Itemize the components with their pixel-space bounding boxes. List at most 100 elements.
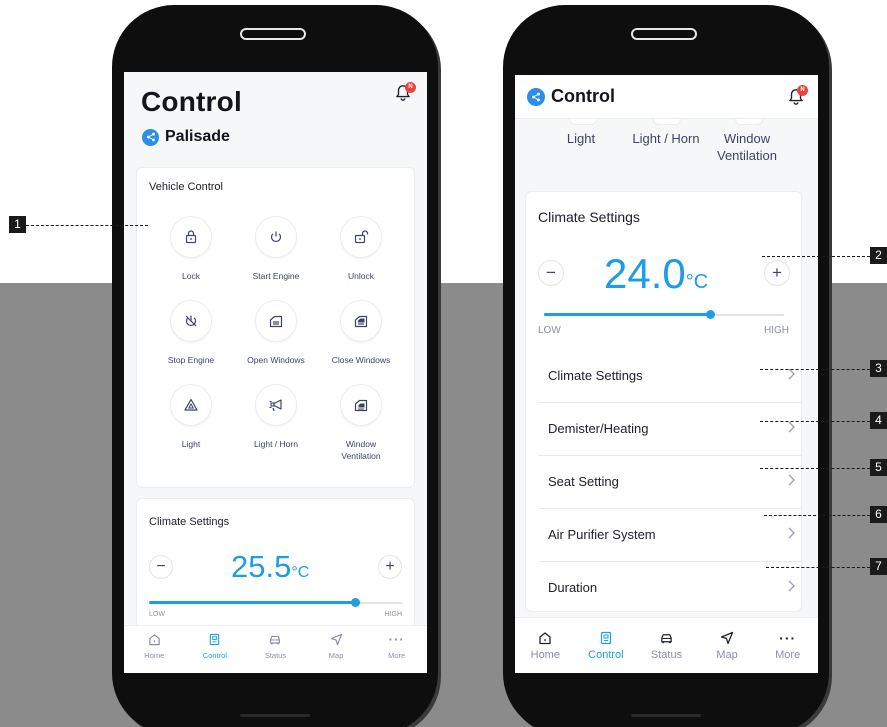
callout-3: 3 [870,360,887,377]
tab-control[interactable]: Control [185,632,246,673]
temperature-slider-knob[interactable] [706,310,715,319]
start-engine-label: Start Engine [252,271,300,281]
open-windows-label: Open Windows [247,355,305,365]
slider-low-label: LOW [538,325,561,336]
temp-decrease-button[interactable]: − [149,555,173,579]
menu-row-duration[interactable]: Duration [538,562,802,615]
stop-engine-button[interactable]: Stop Engine [151,300,231,366]
climate-settings-title: Climate Settings [149,516,230,528]
tab-home[interactable]: Home [124,632,185,673]
share-icon [142,128,159,146]
close-window-icon [354,315,368,328]
home-indicator [240,714,310,717]
slider-low-label: LOW [149,611,165,618]
hazard-triangle-icon [184,398,198,411]
start-engine-button[interactable]: Start Engine [236,216,316,282]
home-indicator [631,714,701,717]
climate-settings-card: Climate Settings − 24.0°C + LOW HIGH Cli… [525,191,802,612]
climate-settings-title: Climate Settings [538,209,640,225]
chevron-right-icon [788,474,795,486]
minus-icon: − [546,263,556,282]
light-horn-button[interactable]: Light / Horn [236,384,316,450]
unlock-button[interactable]: Unlock [321,216,401,282]
control-icon [600,631,611,645]
stop-engine-label: Stop Engine [167,355,215,365]
minus-icon: − [156,558,166,575]
menu-row-air-purifier[interactable]: Air Purifier System [538,509,802,562]
light-button[interactable]: Light [151,384,231,450]
menu-label: Air Purifier System [548,527,656,542]
tab-home-label: Home [144,651,165,660]
window-vent-button-edge [735,119,763,125]
menu-row-climate-settings[interactable]: Climate Settings [538,350,802,403]
callout-line-1 [26,225,148,226]
tab-status-label: Status [650,649,683,661]
light-label[interactable]: Light [541,130,621,147]
callout-6: 6 [870,506,887,523]
stop-engine-icon [185,315,197,327]
tab-home-label: Home [530,649,560,661]
menu-label: Climate Settings [548,368,643,383]
horn-icon [269,399,282,412]
tab-more-label: More [388,651,406,660]
notification-badge: N [797,85,808,96]
window-ventilation-label[interactable]: Window Ventilation [705,130,789,164]
temp-increase-button[interactable]: + [764,260,790,286]
light-label: Light [181,439,201,449]
open-window-icon [269,315,283,328]
temp-decrease-button[interactable]: − [538,260,564,286]
page-title: Control [551,86,615,106]
temp-increase-button[interactable]: + [378,555,402,579]
open-windows-button[interactable]: Open Windows [236,300,316,366]
callout-line-5 [760,468,870,469]
tab-status[interactable]: Status [245,632,306,673]
tab-map[interactable]: Map [697,630,758,673]
page-title: Control [141,86,242,117]
screen-left: Control N Palisade Vehicle Control Lock … [124,72,427,673]
window-vent-icon [354,399,368,412]
callout-4: 4 [870,412,887,429]
power-icon [270,231,282,243]
vehicle-control-title: Vehicle Control [149,181,223,193]
menu-row-demister-heating[interactable]: Demister/Heating [538,403,802,456]
plus-icon: + [385,558,395,575]
chevron-right-icon [788,421,795,433]
chevron-right-icon [788,580,795,592]
screen-right: Light Light / Horn Window Ventilation Co… [515,75,818,673]
tab-status[interactable]: Status [636,630,697,673]
window-ventilation-label: Window Ventilation [341,439,381,461]
phone-left: Control N Palisade Vehicle Control Lock … [112,5,438,727]
climate-settings-card: Climate Settings − 25.5°C + LOW HIGH [136,498,415,628]
close-windows-label: Close Windows [331,355,391,365]
lock-button[interactable]: Lock [151,216,231,282]
close-windows-button[interactable]: Close Windows [321,300,401,366]
light-horn-label[interactable]: Light / Horn [621,130,711,147]
tab-map[interactable]: Map [306,632,367,673]
temperature-display: 24.0°C [604,250,708,298]
tab-more[interactable]: ··· More [757,630,818,673]
callout-5: 5 [870,459,887,476]
lock-label: Lock [182,271,200,281]
menu-label: Seat Setting [548,474,619,489]
share-icon[interactable] [527,88,545,106]
bottom-tab-bar: Home Control Status Map ··· More [124,625,427,673]
chevron-right-icon [788,527,795,539]
notification-badge: N [405,82,416,93]
slider-high-label: HIGH [384,611,403,618]
tab-more[interactable]: ··· More [366,632,427,673]
car-status-icon [661,634,672,644]
home-icon [539,632,551,645]
callout-2: 2 [870,247,887,264]
map-arrow-icon [720,631,734,645]
tab-status-label: Status [264,651,287,660]
menu-row-seat-setting[interactable]: Seat Setting [538,456,802,509]
phone-right: Light Light / Horn Window Ventilation Co… [503,5,829,727]
tab-control-label: Control [202,651,227,660]
phone-speaker [631,28,697,40]
car-selector[interactable]: Palisade [142,128,230,146]
window-ventilation-button[interactable]: Window Ventilation [321,384,401,462]
temperature-slider-knob[interactable] [351,598,360,607]
tab-control[interactable]: Control [576,630,637,673]
more-dots-icon: ··· [779,630,797,646]
tab-home[interactable]: Home [515,630,576,673]
